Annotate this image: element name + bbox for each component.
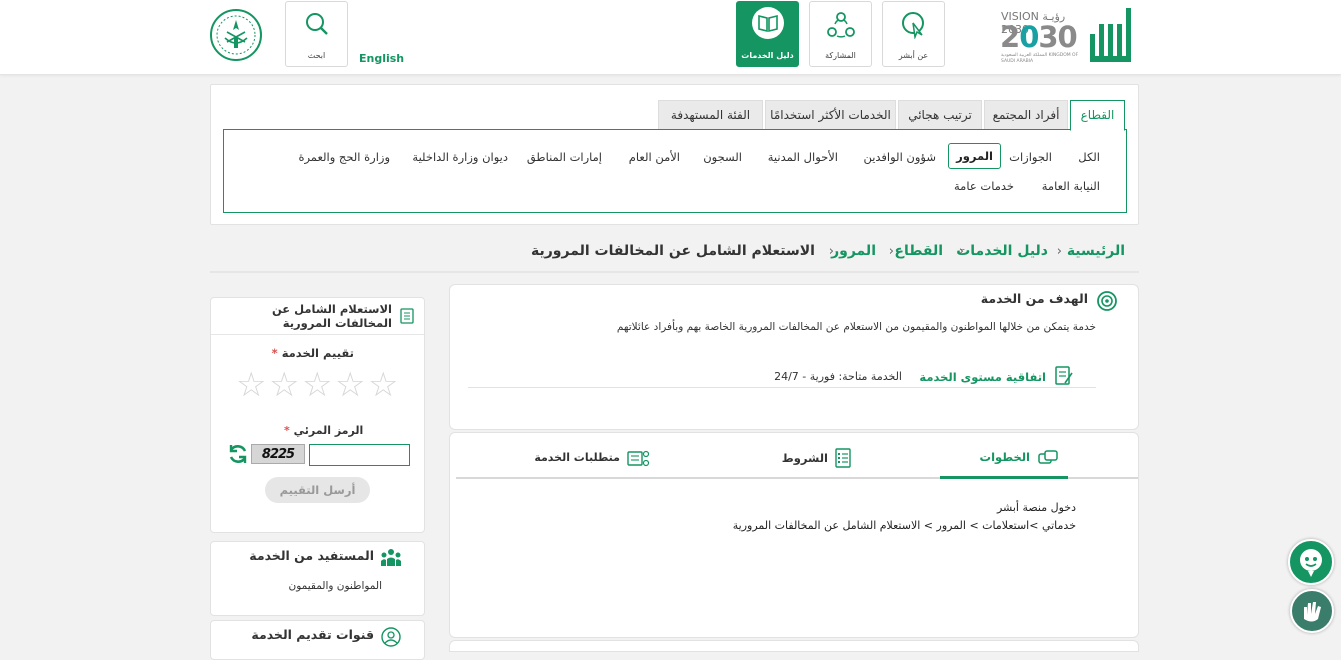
moi-emblem-logo[interactable] <box>209 8 263 62</box>
channels-icon <box>381 627 401 647</box>
breadcrumb-home[interactable]: الرئيسية <box>1067 243 1125 259</box>
breadcrumb-separator: › <box>828 244 834 259</box>
nav-about-label: عن أبشر <box>898 51 929 60</box>
beneficiary-value: المواطنون والمقيمون <box>288 580 382 592</box>
nav-participation[interactable]: المشاركة <box>809 1 872 67</box>
agreement-icon <box>1055 366 1073 385</box>
next-card-top <box>449 640 1139 652</box>
breadcrumb-current: الاستعلام الشامل عن المخالفات المرورية <box>531 243 815 259</box>
nav-services-label: دليل الخدمات <box>741 51 794 60</box>
rating-star-1[interactable]: ☆ <box>368 368 398 402</box>
book-icon <box>751 7 784 39</box>
sector-civil-affairs[interactable]: الأحوال المدنية <box>768 150 838 164</box>
sector-general-services[interactable]: خدمات عامة <box>954 179 1014 193</box>
checklist-icon <box>835 448 851 468</box>
touch-icon <box>901 12 924 39</box>
sector-moi-diwan[interactable]: ديوان وزارة الداخلية <box>412 150 508 164</box>
refresh-icon[interactable] <box>227 443 249 465</box>
tab-conditions-label: الشروط <box>781 451 828 465</box>
goal-text: خدمة يتمكن من خلالها المواطنون والمقيمون… <box>616 321 1096 333</box>
tab-target-group[interactable]: الفئة المستهدفة <box>658 100 763 130</box>
site-header: VISION رؤيـة 2030 2030 المملكة العربية ا… <box>0 0 1341 75</box>
nav-about-absher[interactable]: عن أبشر <box>882 1 945 67</box>
breadcrumb: الرئيسية › دليل الخدمات › القطاع › المرو… <box>210 233 1139 273</box>
tab-most-used[interactable]: الخدمات الأكثر استخدامًا <box>765 100 896 130</box>
submit-rating-button[interactable]: أرسل التقييم <box>265 477 370 503</box>
vision-2030-number: 2030 <box>1000 20 1078 54</box>
divider <box>211 334 424 335</box>
divider <box>468 387 1096 388</box>
sector-passports[interactable]: الجوازات <box>1009 150 1052 164</box>
beneficiary-card: المستفيد من الخدمة المواطنون والمقيمون <box>210 541 425 616</box>
chatbot-button[interactable] <box>1288 539 1334 585</box>
beneficiary-title: المستفيد من الخدمة <box>249 548 374 563</box>
step-item: دخول منصة أبشر <box>996 501 1076 514</box>
sector-expatriates[interactable]: شؤون الوافدين <box>863 150 936 164</box>
requirements-icon <box>627 450 650 467</box>
search-label: ابحث <box>307 51 326 60</box>
goal-title: الهدف من الخدمة <box>980 291 1088 306</box>
service-details-card: الخطوات الشروط متطلبات الخدمة دخول منصة … <box>449 432 1139 638</box>
tab-sector[interactable]: القطاع <box>1070 100 1125 131</box>
sla-link[interactable]: اتفاقية مستوى الخدمة <box>919 370 1046 384</box>
sector-public-prosecution[interactable]: النيابة العامة <box>1042 179 1100 193</box>
rating-star-5[interactable]: ☆ <box>236 368 266 402</box>
vision-2030-logo: VISION رؤيـة 2030 2030 المملكة العربية ا… <box>998 8 1082 66</box>
document-icon <box>400 308 414 324</box>
breadcrumb-separator: › <box>1056 244 1062 259</box>
vision-subtext: المملكة العربية السعودية KINGDOM OF SAUD… <box>1001 53 1079 64</box>
sector-emirates[interactable]: إمارات المناطق <box>527 150 602 164</box>
tab-requirements[interactable]: متطلبات الخدمة <box>534 445 660 475</box>
captcha-label-text: الرمز المرئي <box>293 424 364 437</box>
tab-alphabetical[interactable]: ترتيب هجائي <box>898 100 982 130</box>
nav-participation-label: المشاركة <box>825 51 856 60</box>
rating-service-title: الاستعلام الشامل عن المخالفات المرورية <box>271 302 392 330</box>
required-asterisk: * <box>284 424 290 437</box>
target-icon <box>1097 291 1117 311</box>
sector-traffic[interactable]: المرور <box>948 143 1001 169</box>
rate-label: * تقييم الخدمة <box>272 346 354 360</box>
tab-community-members[interactable]: أفراد المجتمع <box>984 100 1068 130</box>
rate-label-text: تقييم الخدمة <box>281 346 354 360</box>
tab-conditions[interactable]: الشروط <box>780 445 860 475</box>
breadcrumb-separator: › <box>958 244 964 259</box>
captcha-input[interactable] <box>309 444 410 466</box>
search-button[interactable]: ابحث <box>285 1 348 67</box>
steps-icon <box>1038 450 1058 464</box>
sign-language-button[interactable] <box>1290 589 1334 633</box>
sector-hajj-umrah[interactable]: وزارة الحج والعمرة <box>298 150 390 164</box>
step-item: خدماتي >استعلامات > المرور > الاستعلام ا… <box>732 519 1076 532</box>
breadcrumb-separator: › <box>888 244 894 259</box>
channels-card: قنوات تقديم الخدمة <box>210 620 425 660</box>
breadcrumb-traffic[interactable]: المرور <box>831 243 876 259</box>
sector-list: الكل الجوازات المرور شؤون الوافدين الأحو… <box>223 129 1127 213</box>
search-icon <box>305 13 328 35</box>
channels-title: قنوات تقديم الخدمة <box>251 627 374 642</box>
language-switch[interactable]: English <box>359 52 404 65</box>
required-asterisk: * <box>271 346 278 360</box>
participation-icon <box>826 12 855 38</box>
people-icon <box>381 549 401 566</box>
sector-public-security[interactable]: الأمن العام <box>629 150 680 164</box>
sector-prisons[interactable]: السجون <box>703 150 742 164</box>
tab-steps[interactable]: الخطوات <box>940 445 1068 479</box>
breadcrumb-sector[interactable]: القطاع <box>894 243 943 259</box>
captcha-label: * الرمز المرئي <box>284 424 363 437</box>
absher-logo[interactable] <box>1086 4 1134 66</box>
nav-services-guide[interactable]: دليل الخدمات <box>736 1 799 67</box>
sector-all[interactable]: الكل <box>1078 150 1100 164</box>
sign-language-icon <box>1304 602 1321 622</box>
breadcrumb-services-guide[interactable]: دليل الخدمات <box>956 243 1048 259</box>
chatbot-icon <box>1300 549 1322 577</box>
tab-requirements-label: متطلبات الخدمة <box>534 451 620 464</box>
rating-star-2[interactable]: ☆ <box>335 368 365 402</box>
service-goal-card: الهدف من الخدمة خدمة يتمكن من خلالها الم… <box>449 284 1139 430</box>
service-availability: الخدمة متاحة: فورية - 24/7 <box>774 370 902 383</box>
captcha-image: 8225 <box>251 444 305 464</box>
rating-star-4[interactable]: ☆ <box>269 368 299 402</box>
rating-star-3[interactable]: ☆ <box>302 368 332 402</box>
tab-steps-label: الخطوات <box>979 450 1030 464</box>
